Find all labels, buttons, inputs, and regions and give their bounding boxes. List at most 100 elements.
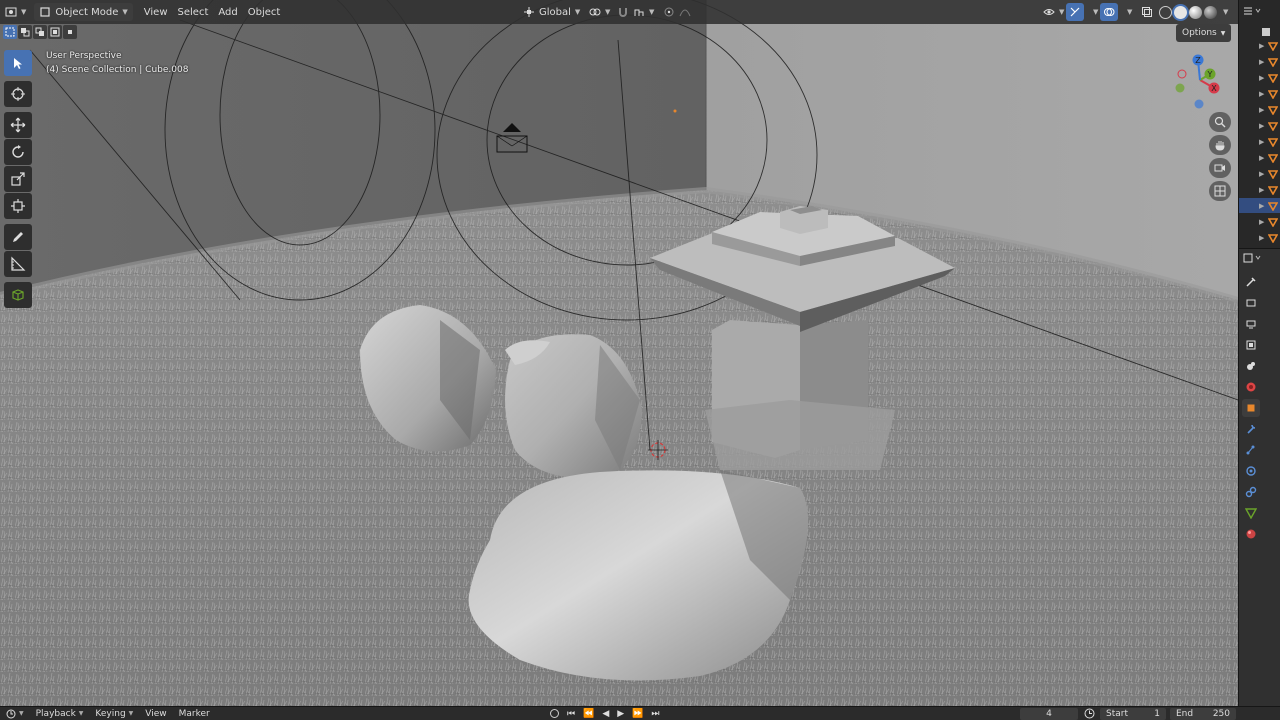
editor-type-button[interactable]: ▼ [0, 3, 31, 21]
properties-editor[interactable] [1239, 248, 1280, 706]
menu-object[interactable]: Object [243, 3, 286, 21]
world-tab-icon[interactable] [1242, 378, 1260, 396]
3d-viewport[interactable]: ▼ Object Mode ▼ View Select Add Object G… [0, 0, 1238, 706]
physics-tab-icon[interactable] [1242, 462, 1260, 480]
chevron-right-icon[interactable]: ▶ [1259, 106, 1264, 114]
menu-add[interactable]: Add [213, 3, 242, 21]
overlay-dropdown[interactable]: ▼ [1118, 3, 1137, 21]
properties-editor-type-icon[interactable] [1243, 253, 1263, 266]
timeline-menu-view[interactable]: View [139, 709, 172, 719]
tool-rotate[interactable] [4, 139, 32, 165]
preview-range-icon[interactable] [1084, 708, 1095, 720]
jump-prev-keyframe-icon[interactable]: ⏪ [583, 709, 594, 719]
chevron-right-icon[interactable]: ▶ [1259, 186, 1264, 194]
hand-pan-icon[interactable] [1209, 135, 1231, 155]
play-reverse-icon[interactable]: ◀ [602, 709, 609, 719]
solid-shading-icon[interactable] [1174, 5, 1187, 19]
outliner-scene-row[interactable] [1239, 24, 1280, 39]
outliner-editor-type-icon[interactable] [1243, 6, 1263, 19]
navigation-gizmo[interactable]: X Y Z [1172, 52, 1230, 110]
menu-select[interactable]: Select [173, 3, 214, 21]
select-invert-icon[interactable] [48, 25, 62, 39]
timeline-menu-marker[interactable]: Marker [173, 709, 216, 719]
chevron-right-icon[interactable]: ▶ [1259, 138, 1264, 146]
output-tab-icon[interactable] [1242, 315, 1260, 333]
outliner-object-row[interactable]: ▶ [1239, 198, 1280, 213]
timeline-editor-type[interactable]: ▼ [0, 709, 30, 719]
chevron-right-icon[interactable]: ▶ [1259, 58, 1264, 66]
chevron-right-icon[interactable]: ▶ [1259, 202, 1264, 210]
outliner-object-row[interactable]: ▶ [1239, 70, 1280, 85]
outliner-object-row[interactable]: ▶ [1239, 118, 1280, 133]
start-frame-field[interactable]: Start 1 [1100, 707, 1166, 720]
outliner-object-row[interactable]: ▶ [1239, 38, 1280, 53]
scene-tab-icon[interactable] [1242, 357, 1260, 375]
tool-transform[interactable] [4, 193, 32, 219]
render-tab-icon[interactable] [1242, 294, 1260, 312]
tool-tab-icon[interactable] [1242, 273, 1260, 291]
camera-view-icon[interactable] [1209, 158, 1231, 178]
tool-add-cube[interactable] [4, 282, 32, 308]
object-tab-icon[interactable] [1242, 399, 1260, 417]
modifier-tab-icon[interactable] [1242, 420, 1260, 438]
orientation-dropdown[interactable]: Global ▼ [518, 3, 585, 21]
mode-dropdown[interactable]: Object Mode ▼ [34, 3, 133, 21]
outliner-object-row[interactable]: ▶ [1239, 214, 1280, 229]
snap-target-dropdown[interactable]: ▼ [628, 3, 659, 21]
material-tab-icon[interactable] [1242, 525, 1260, 543]
wireframe-shading-icon[interactable] [1159, 5, 1172, 19]
tool-measure[interactable] [4, 251, 32, 277]
options-dropdown[interactable]: Options ▼ [1176, 24, 1232, 42]
select-subtract-icon[interactable] [33, 25, 47, 39]
rock-front[interactable] [468, 470, 808, 681]
tool-select-box[interactable] [4, 50, 32, 76]
outliner-object-row[interactable]: ▶ [1239, 86, 1280, 101]
neg-y-handle[interactable] [1175, 83, 1185, 93]
jump-end-icon[interactable]: ⏭ [651, 709, 659, 719]
tool-move[interactable] [4, 112, 32, 138]
data-tab-icon[interactable] [1242, 504, 1260, 522]
rendered-shading-icon[interactable] [1204, 5, 1217, 19]
jump-start-icon[interactable]: ⏮ [567, 709, 575, 719]
chevron-right-icon[interactable]: ▶ [1259, 74, 1264, 82]
tool-annotate[interactable] [4, 224, 32, 250]
tool-scale[interactable] [4, 166, 32, 192]
current-frame-field[interactable]: 4 [1020, 707, 1078, 720]
timeline-menu-playback[interactable]: Playback ▼ [30, 709, 90, 719]
view-layer-tab-icon[interactable] [1242, 336, 1260, 354]
outliner-object-row[interactable]: ▶ [1239, 150, 1280, 165]
menu-view[interactable]: View [139, 3, 173, 21]
outliner-object-row[interactable]: ▶ [1239, 134, 1280, 149]
neg-z-handle[interactable] [1194, 99, 1204, 109]
chevron-right-icon[interactable]: ▶ [1259, 218, 1264, 226]
chevron-right-icon[interactable]: ▶ [1259, 90, 1264, 98]
outliner-object-row[interactable]: ▶ [1239, 102, 1280, 117]
select-intersect-icon[interactable] [63, 25, 77, 39]
chevron-right-icon[interactable]: ▶ [1259, 42, 1264, 50]
falloff-dropdown[interactable] [674, 3, 696, 21]
outliner-object-row[interactable]: ▶ [1239, 54, 1280, 69]
zoom-icon[interactable] [1209, 112, 1231, 132]
grid-perspective-icon[interactable] [1209, 181, 1231, 201]
outliner-object-row[interactable]: ▶ [1239, 230, 1280, 245]
select-new-icon[interactable] [3, 25, 17, 39]
gizmo-toggle[interactable] [1066, 3, 1084, 21]
jump-next-keyframe-icon[interactable]: ⏩ [632, 709, 643, 719]
visibility-dropdown[interactable]: ▼ [1038, 3, 1069, 21]
neg-x-handle[interactable] [1177, 69, 1187, 79]
timeline-menu-keying[interactable]: Keying ▼ [89, 709, 139, 719]
scene-render[interactable] [0, 0, 1238, 706]
material-shading-icon[interactable] [1189, 5, 1202, 19]
constraints-tab-icon[interactable] [1242, 483, 1260, 501]
chevron-right-icon[interactable]: ▶ [1259, 170, 1264, 178]
play-icon[interactable]: ▶ [617, 709, 624, 719]
end-frame-field[interactable]: End 250 [1170, 707, 1236, 720]
outliner-object-row[interactable]: ▶ [1239, 182, 1280, 197]
outliner[interactable]: ▶ ▶ ▶ ▶ ▶ ▶ ▶ ▶ ▶ ▶ ▶ ▶ ▶ [1239, 0, 1280, 244]
chevron-right-icon[interactable]: ▶ [1259, 122, 1264, 130]
tool-cursor[interactable] [4, 81, 32, 107]
auto-keying-icon[interactable] [550, 709, 559, 718]
overlay-toggle[interactable] [1100, 3, 1118, 21]
pivot-dropdown[interactable]: ▼ [584, 3, 615, 21]
chevron-right-icon[interactable]: ▶ [1259, 154, 1264, 162]
